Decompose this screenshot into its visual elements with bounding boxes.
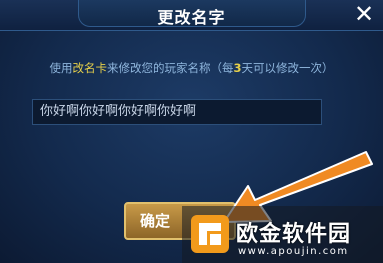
site-watermark: 欧金软件园 www.apoujin.com [182, 206, 383, 263]
watermark-name: 欧金软件园 [236, 222, 352, 247]
close-icon[interactable]: ✕ [349, 0, 379, 28]
site-logo-icon [191, 215, 229, 253]
name-input[interactable]: 你好啊你好啊你好啊你好啊 [32, 99, 322, 125]
watermark-url: www.apoujin.com [238, 246, 349, 257]
instruction-text: 使用改名卡来修改您的玩家名称（每3天可以修改一次） [0, 60, 383, 76]
instruction-part3: 天可以修改一次） [241, 61, 334, 75]
instruction-part2: 来修改您的玩家名称（每 [106, 61, 234, 75]
days-highlight: 3 [233, 61, 242, 75]
title-bar: 更改名字 ✕ [0, 0, 383, 31]
instruction-part1: 使用 [49, 61, 73, 75]
rename-card-highlight: 改名卡 [72, 61, 107, 75]
dialog-title: 更改名字 [157, 8, 226, 27]
